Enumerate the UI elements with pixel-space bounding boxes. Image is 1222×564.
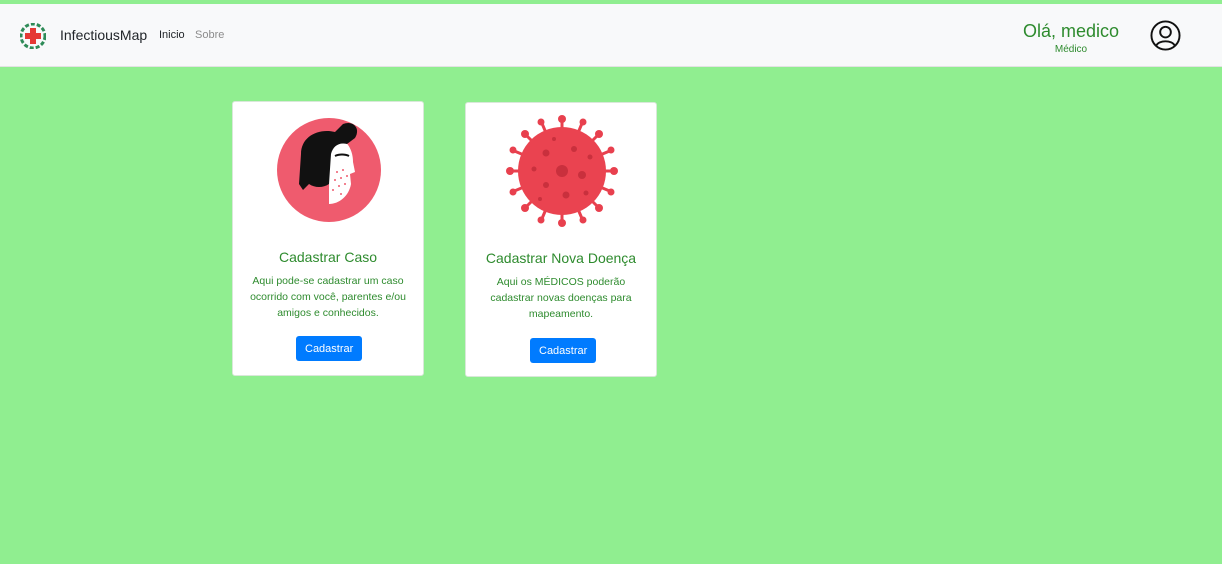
nav-link-home[interactable]: Inicio (159, 29, 185, 41)
brand-name[interactable]: InfectiousMap (60, 27, 147, 43)
user-greeting: Olá, medico (1022, 21, 1119, 41)
card-title: Cadastrar Nova Doença (485, 250, 637, 266)
user-role: Médico (1054, 44, 1088, 55)
card-text: Aqui os MÉDICOS poderão cadastrar novas … (490, 276, 632, 320)
brand-logo-icon[interactable] (20, 23, 46, 49)
navbar: InfectiousMap Inicio Sobre Olá, medico M… (0, 4, 1222, 67)
card-register-case: Cadastrar Caso Aqui pode-se cadastrar um… (232, 101, 424, 376)
register-case-button[interactable]: Cadastrar (296, 336, 363, 361)
virus-illustration (506, 115, 618, 227)
register-disease-button[interactable]: Cadastrar (530, 338, 597, 363)
sick-person-illustration (277, 118, 381, 222)
card-register-disease: Cadastrar Nova Doença Aqui os MÉDICOS po… (465, 102, 657, 377)
card-title: Cadastrar Caso (278, 249, 378, 265)
card-text: Aqui pode-se cadastrar um caso ocorrido … (250, 275, 406, 319)
nav-link-about[interactable]: Sobre (195, 29, 224, 41)
user-avatar-icon[interactable] (1150, 20, 1181, 51)
